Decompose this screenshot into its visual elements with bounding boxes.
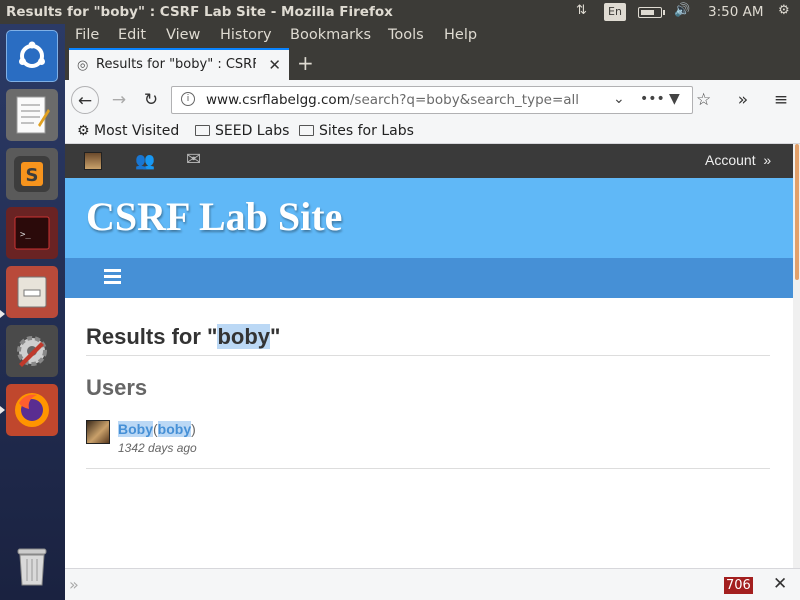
menu-bar: File Edit View History Bookmarks Tools H… [65, 24, 800, 48]
trash-can-icon [17, 548, 47, 586]
reload-button[interactable]: ↻ [137, 86, 165, 114]
file-manager-icon[interactable] [6, 266, 58, 318]
running-indicator [0, 310, 5, 318]
sublime-logo-icon: S [14, 156, 50, 192]
trash-icon[interactable] [6, 540, 58, 592]
account-menu[interactable]: Account » [705, 152, 771, 168]
chevron-right-icon: » [763, 152, 772, 168]
menu-history[interactable]: History [220, 27, 272, 43]
url-host: www.csrflabelgg.com [206, 92, 350, 108]
notepad-icon [16, 96, 50, 134]
messages-envelope-icon[interactable]: ✉ [186, 149, 201, 170]
text-editor-icon[interactable] [6, 89, 58, 141]
top-panel: Results for "boby" : CSRF Lab Site - Moz… [0, 0, 800, 24]
menu-bookmarks[interactable]: Bookmarks [290, 27, 371, 43]
ubuntu-logo-icon [19, 41, 45, 68]
gear-icon: ⚙ [77, 123, 95, 139]
terminal-icon[interactable]: >_ [6, 207, 58, 259]
site-header: CSRF Lab Site [65, 178, 800, 258]
close-icon[interactable]: ✕ [773, 574, 787, 594]
running-indicator [0, 406, 5, 414]
forward-button[interactable]: → [105, 86, 133, 114]
file-cabinet-icon [17, 276, 47, 308]
menu-view[interactable]: View [166, 27, 200, 43]
bookmark-star-icon[interactable]: ☆ [696, 90, 711, 110]
ubuntu-dash-icon[interactable] [6, 30, 58, 82]
terminal-window-icon: >_ [14, 216, 50, 250]
menu-tools[interactable]: Tools [388, 27, 424, 43]
tab-bar: ◎ Results for "boby" : CSRF ✕ + [65, 48, 800, 80]
bookmark-seed-labs[interactable]: SEED Labs [195, 123, 289, 139]
clock[interactable]: 3:50 AM [708, 4, 764, 20]
bookmark-most-visited[interactable]: ⚙ Most Visited [77, 123, 179, 139]
launcher: S >_ [0, 24, 65, 600]
keyboard-layout-indicator[interactable]: En [604, 3, 626, 21]
url-bar[interactable]: i www.csrflabelgg.com/search?q=boby&sear… [171, 86, 711, 114]
search-query-highlight: boby [217, 324, 271, 349]
avatar[interactable] [86, 420, 110, 444]
svg-text:S: S [26, 165, 39, 186]
url-dropdown-icon[interactable]: ⌄ [613, 91, 625, 107]
new-tab-icon[interactable]: + [297, 51, 314, 75]
user-avatar-small[interactable] [84, 152, 102, 170]
system-settings-icon[interactable] [6, 325, 58, 377]
site-info-icon[interactable]: i [181, 92, 195, 106]
page-favicon-icon: ◎ [77, 58, 89, 73]
folder-icon [299, 125, 314, 136]
pocket-icon[interactable]: ▼ [669, 91, 680, 107]
chevron-right-icon[interactable]: » [69, 575, 79, 594]
overflow-chevron-icon[interactable]: » [729, 86, 757, 114]
bookmark-sites-for-labs[interactable]: Sites for Labs [299, 123, 414, 139]
tab-results[interactable]: ◎ Results for "boby" : CSRF ✕ [69, 48, 289, 80]
users-heading: Users [86, 375, 148, 400]
tab-close-icon[interactable]: ✕ [268, 56, 281, 74]
divider [86, 355, 770, 356]
user-result: Boby(boby) [118, 421, 196, 437]
user-username-link[interactable]: boby [157, 421, 192, 437]
tab-label: Results for "boby" : CSRF [96, 57, 256, 72]
divider [86, 468, 770, 469]
volume-icon[interactable]: 🔊 [674, 3, 690, 18]
power-gear-icon[interactable]: ⚙ [778, 3, 790, 18]
site-title[interactable]: CSRF Lab Site [86, 193, 342, 240]
network-updown-icon[interactable]: ⇅ [576, 3, 587, 18]
site-subnav [65, 258, 800, 298]
url-text[interactable]: www.csrflabelgg.com/search?q=boby&search… [206, 92, 579, 108]
menu-edit[interactable]: Edit [118, 27, 146, 43]
page-actions-icon[interactable]: ••• [640, 91, 665, 107]
find-bar: » 706 ✕ [65, 568, 800, 600]
site-topbar: 👥 ✉ Account » [65, 144, 800, 178]
folder-icon [195, 125, 210, 136]
user-timestamp: 1342 days ago [118, 441, 197, 455]
gear-wrench-icon [17, 336, 47, 367]
hamburger-menu-icon[interactable]: ≡ [767, 86, 795, 114]
battery-icon[interactable] [638, 7, 665, 18]
hamburger-icon[interactable] [104, 269, 121, 287]
match-count-badge: 706 [724, 577, 753, 594]
url-path: /search?q=boby&search_type=all [349, 92, 580, 108]
sublime-text-icon[interactable]: S [6, 148, 58, 200]
svg-text:>_: >_ [20, 230, 31, 240]
friends-icon[interactable]: 👥 [135, 151, 155, 170]
page-title: Results for "boby" [86, 324, 281, 349]
user-name-link[interactable]: Boby [118, 421, 153, 437]
bookmarks-toolbar: ⚙ Most Visited SEED Labs Sites for Labs [65, 120, 800, 144]
menu-file[interactable]: File [75, 27, 99, 43]
firefox-icon[interactable] [6, 384, 58, 436]
navigation-bar: ← → ↻ i www.csrflabelgg.com/search?q=bob… [65, 80, 800, 120]
window-title: Results for "boby" : CSRF Lab Site - Moz… [6, 4, 393, 20]
web-page: 👥 ✉ Account » CSRF Lab Site Results for … [65, 144, 800, 568]
firefox-logo-icon [15, 393, 49, 427]
back-button[interactable]: ← [71, 86, 99, 114]
menu-help[interactable]: Help [444, 27, 477, 43]
scrollbar-thumb[interactable] [795, 144, 799, 280]
page-scrollbar[interactable] [793, 144, 800, 568]
